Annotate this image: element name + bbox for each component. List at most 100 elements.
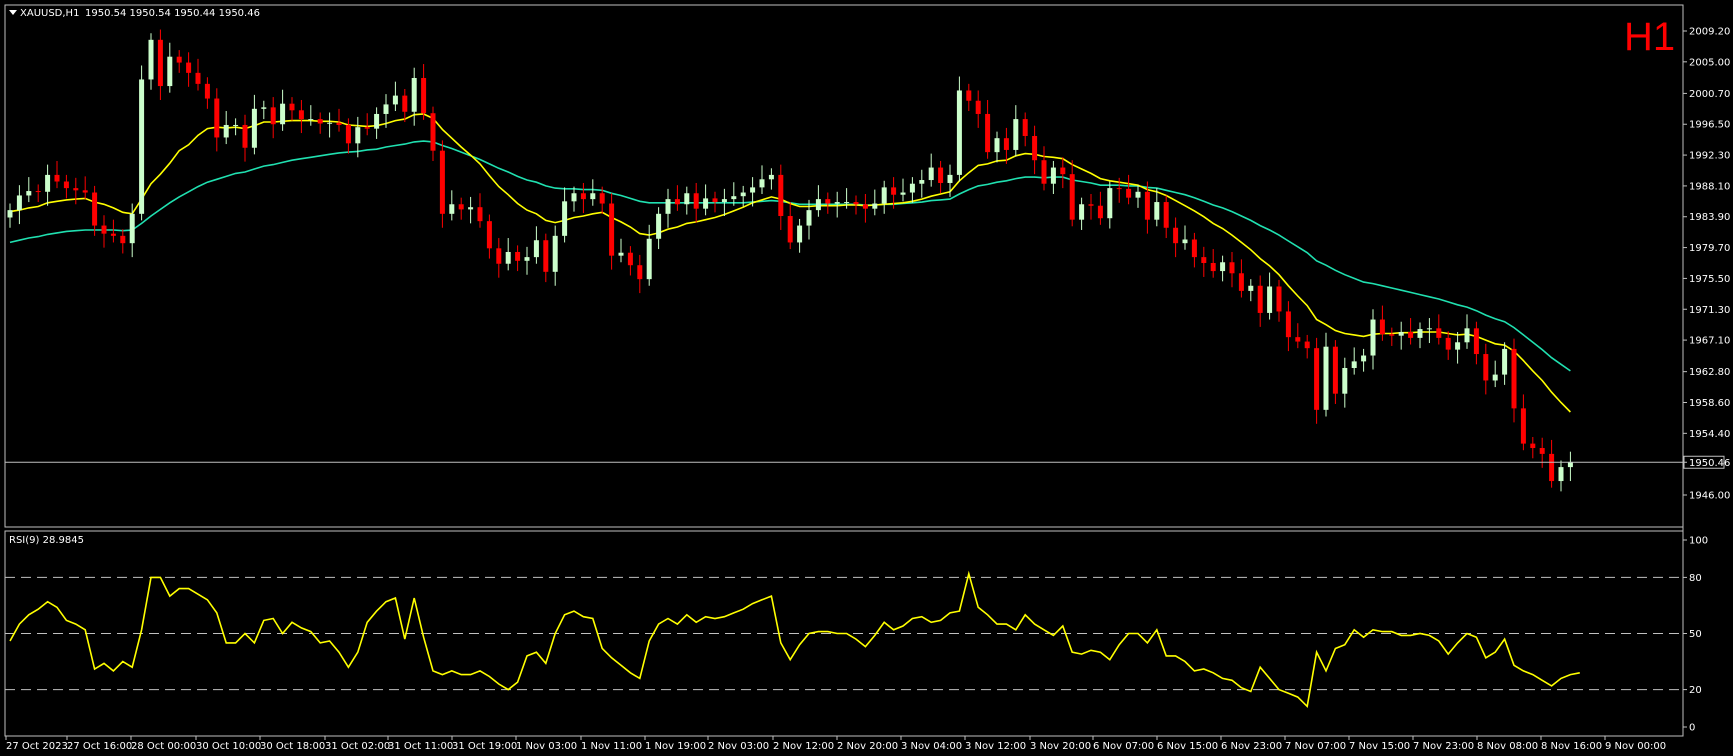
candle-body <box>1464 328 1470 343</box>
candle-body <box>110 233 116 236</box>
candle-body <box>327 122 333 124</box>
candle-body <box>627 252 633 266</box>
symbol-dropdown-icon[interactable] <box>9 10 17 15</box>
candle-body <box>1408 332 1414 338</box>
candle-body <box>731 196 737 200</box>
candle-body <box>1267 286 1273 313</box>
candle-body <box>543 240 549 272</box>
candle-body <box>515 251 521 261</box>
candle-body <box>590 193 596 200</box>
rsi-tick-label: 20 <box>1689 685 1702 696</box>
candle-body <box>1144 191 1150 220</box>
candle-body <box>919 180 925 184</box>
candle-body <box>411 77 417 112</box>
candle-body <box>740 192 746 197</box>
candle-body <box>1173 227 1179 244</box>
chart-canvas: 2009.20 2005.00 2000.70 1996.50 1992.30 1988.… <box>4 4 1730 752</box>
time-tick-label: 3 Nov 12:00 <box>965 741 1026 752</box>
time-tick-label: 7 Nov 07:00 <box>1285 741 1346 752</box>
candle-body <box>1050 167 1056 184</box>
candle-body <box>872 203 878 209</box>
candle-body <box>1003 138 1009 150</box>
candle-body <box>1389 334 1395 336</box>
candle-body <box>45 174 51 192</box>
candle-body <box>1502 348 1508 375</box>
candle-body <box>280 103 286 125</box>
candle-body <box>195 72 201 84</box>
candle-body <box>449 204 455 214</box>
candle-body <box>580 193 586 200</box>
time-axis: 27 Oct 2023 27 Oct 16:0028 Oct 00:00 30 Oc… <box>5 736 1666 752</box>
candle-body <box>1210 263 1216 272</box>
candle-body <box>1558 467 1564 482</box>
candle-body <box>1314 348 1320 410</box>
candle-body <box>778 174 784 217</box>
time-tick-label: 7 Nov 15:00 <box>1349 741 1410 752</box>
candle-body <box>430 113 436 151</box>
candle-body <box>947 174 953 183</box>
candle-body <box>1520 408 1526 444</box>
price-tick-label: 1992.30 <box>1689 151 1730 162</box>
time-tick-label: 3 Nov 04:00 <box>901 741 962 752</box>
time-tick-label: 6 Nov 15:00 <box>1157 741 1218 752</box>
candle-body <box>750 187 756 193</box>
candle-body <box>1079 204 1085 220</box>
candle-body <box>609 203 615 256</box>
candle-body <box>853 202 859 205</box>
candle-body <box>1041 160 1047 184</box>
candle-body <box>665 199 671 214</box>
candle-body <box>458 204 464 210</box>
candle-body <box>656 213 662 239</box>
candle-body <box>1295 337 1301 342</box>
candle-body <box>562 201 568 236</box>
candle-body <box>1088 204 1094 206</box>
candle-body <box>1342 367 1348 394</box>
rsi-tick-label: 100 <box>1689 536 1708 547</box>
candle-body <box>533 240 539 258</box>
candle-body <box>139 79 145 214</box>
candle-body <box>186 62 192 73</box>
price-tick-label: 1979.70 <box>1689 243 1730 254</box>
candle-body <box>101 225 107 234</box>
candle-body <box>909 183 915 193</box>
time-tick-label: 8 Nov 16:00 <box>1541 741 1602 752</box>
candle-body <box>129 213 135 244</box>
candle-body <box>92 192 98 226</box>
candle-body <box>759 179 765 188</box>
time-tick-label: 28 Oct 00:00 <box>131 741 196 752</box>
time-tick-label: 27 Oct 16:00 <box>67 741 132 752</box>
candle-body <box>825 199 831 204</box>
candle-body <box>317 119 323 124</box>
price-tick-label: 1971.30 <box>1689 305 1730 316</box>
candle-body <box>721 199 727 203</box>
candle-body <box>63 181 69 189</box>
price-tick-label: 1962.80 <box>1689 367 1730 378</box>
candle-body <box>7 210 13 218</box>
candle-body <box>712 198 718 203</box>
candles <box>7 29 1573 492</box>
candle-body <box>496 248 502 264</box>
candle-body <box>336 122 342 125</box>
candle-body <box>571 193 577 202</box>
candle-body <box>1539 448 1545 454</box>
candle-body <box>1530 443 1536 449</box>
candle-body <box>1361 355 1367 362</box>
rsi-line <box>9 570 1580 709</box>
candle-body <box>1351 361 1357 368</box>
candle-body <box>1032 135 1038 161</box>
price-tick-label: 1983.90 <box>1689 212 1730 223</box>
candle-body <box>900 192 906 195</box>
candle-body <box>402 95 408 112</box>
rsi-label: RSI(9) 28.9845 <box>9 535 84 546</box>
candle-body <box>1107 188 1113 219</box>
candle-body <box>966 90 972 101</box>
candle-body <box>1436 328 1442 338</box>
time-tick-label: 3 Nov 20:00 <box>1030 741 1091 752</box>
candle-body <box>505 251 511 264</box>
time-tick-label: 2 Nov 20:00 <box>837 741 898 752</box>
candle-body <box>1473 328 1479 355</box>
candle-body <box>815 199 821 211</box>
price-tick-label: 1950.46 <box>1689 458 1730 469</box>
candle-body <box>1097 205 1103 219</box>
candle-body <box>1549 453 1555 482</box>
